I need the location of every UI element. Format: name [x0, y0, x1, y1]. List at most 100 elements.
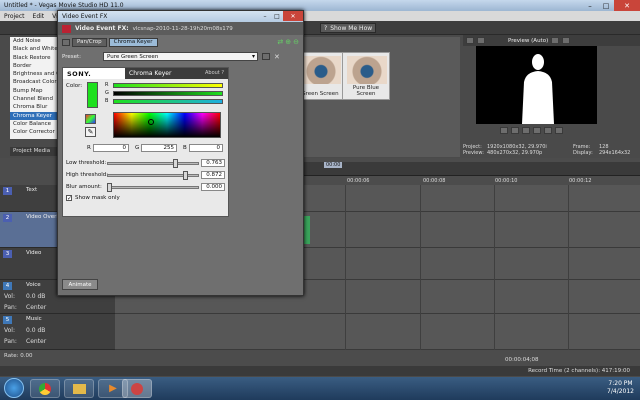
- preset-label: Preset:: [62, 53, 82, 60]
- preview-toolbar: Preview (Auto): [463, 35, 640, 46]
- green-gradient[interactable]: [113, 91, 223, 96]
- track-number: 2: [3, 214, 12, 222]
- volume-label: Vol:: [4, 327, 15, 334]
- clock-time: 7:20 PM: [608, 380, 633, 387]
- plugin-chain: Pan/Crop Chroma Keyer ⇄ ⊕ ⊖: [58, 36, 303, 48]
- chroma-keyer-panel: SONY. Chroma Keyer About ? Color: R G B …: [62, 67, 229, 217]
- r-input[interactable]: 0: [93, 144, 129, 152]
- fx-item[interactable]: Black Restore: [10, 54, 57, 62]
- minimize-icon[interactable]: –: [259, 11, 271, 21]
- r-label: R: [87, 145, 91, 151]
- blue-gradient[interactable]: [113, 99, 223, 104]
- preset-value: Pure Green Screen: [107, 54, 159, 60]
- save-preset-icon[interactable]: [262, 53, 271, 60]
- track-lane[interactable]: [115, 314, 640, 350]
- plugin-chain-icon[interactable]: ⊕: [285, 38, 291, 46]
- show-mask-checkbox[interactable]: ✓: [66, 195, 72, 202]
- preset-dropdown[interactable]: Pure Green Screen ▾: [103, 52, 259, 61]
- remove-plugin-icon[interactable]: ⊖: [293, 38, 299, 46]
- pan-value[interactable]: Center: [26, 304, 46, 311]
- system-clock[interactable]: 7:20 PM 7/4/2012: [607, 380, 634, 396]
- low-threshold-label: Low threshold:: [66, 160, 107, 166]
- taskbar-chrome-icon[interactable]: [30, 379, 60, 398]
- fx-item-selected[interactable]: Chroma Keyer: [10, 111, 57, 120]
- blur-amount-input[interactable]: 0.000: [201, 183, 225, 191]
- maximize-icon[interactable]: □: [598, 0, 614, 11]
- chain-tab-pan-crop[interactable]: Pan/Crop: [72, 37, 107, 47]
- close-icon[interactable]: ✕: [614, 0, 640, 11]
- fx-item[interactable]: Broadcast Colors: [10, 78, 57, 86]
- chain-bypass-icon[interactable]: [62, 38, 70, 46]
- delete-preset-icon[interactable]: ✕: [274, 53, 280, 61]
- gridline: [568, 185, 569, 350]
- preview-res-label: Preview:: [463, 150, 484, 156]
- eyedropper-icon[interactable]: ✎: [85, 127, 96, 137]
- about-button[interactable]: About ?: [205, 70, 224, 76]
- low-threshold-thumb[interactable]: [173, 159, 179, 168]
- prev-frame-icon[interactable]: [544, 127, 552, 134]
- volume-label: Vol:: [4, 293, 15, 300]
- fx-item[interactable]: Black and White: [10, 45, 57, 53]
- minimize-icon[interactable]: –: [582, 0, 598, 11]
- next-frame-icon[interactable]: [555, 127, 563, 134]
- volume-value[interactable]: 0.0 dB: [26, 293, 45, 300]
- low-threshold-input[interactable]: 0.763: [201, 159, 225, 167]
- menu-edit[interactable]: Edit: [33, 13, 45, 20]
- b-input[interactable]: 0: [189, 144, 223, 152]
- window-controls: – □ ✕: [582, 0, 640, 11]
- volume-value[interactable]: 0.0 dB: [26, 327, 45, 334]
- preview-quality-select[interactable]: Preview (Auto): [508, 38, 548, 44]
- fx-item[interactable]: Bump Map: [10, 87, 57, 95]
- color-picker-crosshair[interactable]: [148, 119, 154, 125]
- animate-button[interactable]: Animate: [62, 279, 98, 290]
- g-label: G: [135, 145, 140, 151]
- show-me-how-button[interactable]: ? Show Me How: [320, 23, 377, 33]
- taskbar-explorer-icon[interactable]: [64, 379, 94, 398]
- playback-rate[interactable]: Rate: 0.00: [4, 353, 32, 359]
- plugin-name: Chroma Keyer: [129, 70, 172, 77]
- fx-item[interactable]: Color Corrector: [10, 128, 57, 136]
- track-header-music[interactable]: 5 Music Vol: 0.0 dB Pan: Center: [0, 314, 115, 350]
- loop-icon[interactable]: [500, 127, 508, 134]
- blur-amount-label: Blur amount:: [66, 184, 102, 190]
- play-icon[interactable]: [511, 127, 519, 134]
- track-number: 3: [3, 250, 12, 258]
- pan-value[interactable]: Center: [26, 338, 46, 345]
- key-color-swatch[interactable]: [87, 82, 98, 108]
- fx-item[interactable]: Channel Blend: [10, 95, 57, 103]
- preset-thumb-blue[interactable]: Pure Blue Screen: [342, 52, 390, 100]
- high-threshold-thumb[interactable]: [182, 171, 188, 180]
- project-media-tab[interactable]: Project Media: [10, 147, 57, 156]
- stop-icon[interactable]: [533, 127, 541, 134]
- chain-tab-chroma-keyer[interactable]: Chroma Keyer: [108, 37, 158, 47]
- start-button[interactable]: [4, 378, 24, 398]
- menu-project[interactable]: Project: [4, 13, 25, 20]
- sony-logo: SONY.: [63, 68, 125, 79]
- pause-icon[interactable]: [522, 127, 530, 134]
- maximize-icon[interactable]: □: [271, 11, 283, 21]
- low-threshold-slider[interactable]: [107, 162, 199, 165]
- fx-item[interactable]: Color Balance: [10, 120, 57, 128]
- fx-item[interactable]: Add Noise: [10, 37, 57, 45]
- preset-image: [347, 56, 387, 84]
- blur-amount-slider[interactable]: [107, 186, 199, 189]
- snapshot-icon[interactable]: [562, 37, 571, 44]
- color-spectrum[interactable]: [113, 112, 221, 138]
- blur-amount-thumb[interactable]: [107, 183, 112, 192]
- color-picker-icon[interactable]: [85, 114, 96, 124]
- cursor-time-marker: 00:00: [324, 162, 343, 168]
- overlay-icon[interactable]: [551, 37, 560, 44]
- split-screen-icon[interactable]: [477, 37, 485, 44]
- high-threshold-input[interactable]: 0.872: [201, 171, 225, 179]
- g-input[interactable]: 255: [141, 144, 177, 152]
- chevron-down-icon: ▾: [252, 53, 256, 60]
- taskbar-vegas-icon[interactable]: [122, 379, 152, 398]
- preview-settings-icon[interactable]: [466, 37, 474, 44]
- fx-item[interactable]: Border: [10, 62, 57, 70]
- red-gradient[interactable]: [113, 83, 223, 88]
- fx-item[interactable]: Chroma Blur: [10, 103, 57, 111]
- preview-transport: [500, 127, 563, 134]
- add-plugin-icon[interactable]: ⇄: [277, 38, 283, 46]
- fx-item[interactable]: Brightness and Co: [10, 70, 57, 78]
- close-icon[interactable]: ✕: [283, 11, 303, 21]
